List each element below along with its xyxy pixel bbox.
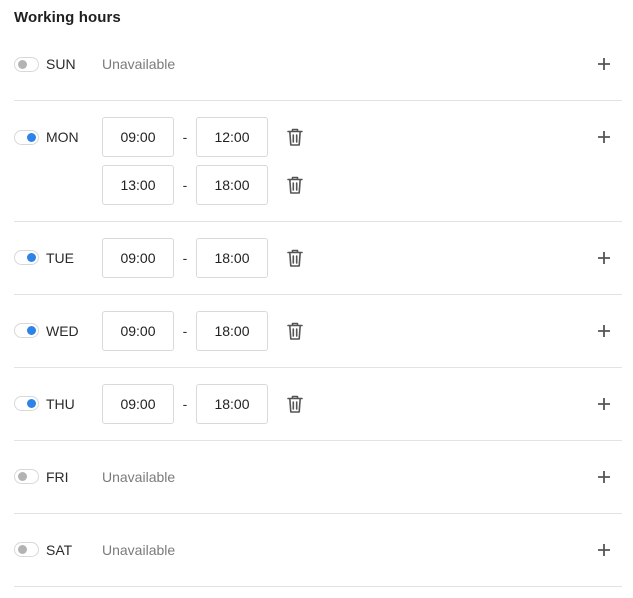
start-time-input[interactable]: 09:00: [102, 311, 174, 351]
start-time-input[interactable]: 09:00: [102, 384, 174, 424]
plus-icon[interactable]: [595, 55, 613, 73]
day-label-sat: SAT: [46, 542, 73, 558]
toggle-wed[interactable]: [14, 323, 39, 338]
day-label-sun: SUN: [46, 56, 76, 72]
end-time-input[interactable]: 18:00: [196, 165, 268, 205]
toggle-knob: [27, 399, 36, 408]
end-time-input[interactable]: 18:00: [196, 384, 268, 424]
trash-icon[interactable]: [286, 248, 304, 268]
toggle-knob: [27, 253, 36, 262]
divider: [14, 440, 622, 441]
plus-icon[interactable]: [595, 128, 613, 146]
trash-icon[interactable]: [286, 127, 304, 147]
plus-icon[interactable]: [595, 322, 613, 340]
toggle-knob: [18, 472, 27, 481]
time-separator: -: [182, 177, 188, 193]
divider: [14, 100, 622, 101]
end-time-input[interactable]: 12:00: [196, 117, 268, 157]
day-label-tue: TUE: [46, 250, 74, 266]
time-separator: -: [182, 250, 188, 266]
trash-icon[interactable]: [286, 175, 304, 195]
toggle-tue[interactable]: [14, 250, 39, 265]
toggle-knob: [27, 133, 36, 142]
unavailable-text-fri: Unavailable: [102, 469, 176, 485]
toggle-knob: [18, 545, 27, 554]
toggle-fri[interactable]: [14, 469, 39, 484]
start-time-input[interactable]: 13:00: [102, 165, 174, 205]
toggle-thu[interactable]: [14, 396, 39, 411]
day-label-mon: MON: [46, 129, 79, 145]
plus-icon[interactable]: [595, 541, 613, 559]
start-time-input[interactable]: 09:00: [102, 117, 174, 157]
day-label-fri: FRI: [46, 469, 69, 485]
toggle-sat[interactable]: [14, 542, 39, 557]
toggle-sun[interactable]: [14, 57, 39, 72]
toggle-knob: [18, 60, 27, 69]
plus-icon[interactable]: [595, 395, 613, 413]
day-label-thu: THU: [46, 396, 75, 412]
end-time-input[interactable]: 18:00: [196, 311, 268, 351]
start-time-input[interactable]: 09:00: [102, 238, 174, 278]
time-separator: -: [182, 396, 188, 412]
plus-icon[interactable]: [595, 249, 613, 267]
divider: [14, 367, 622, 368]
toggle-knob: [27, 326, 36, 335]
divider: [14, 586, 622, 587]
day-label-wed: WED: [46, 323, 79, 339]
plus-icon[interactable]: [595, 468, 613, 486]
page-title: Working hours: [14, 9, 121, 26]
time-separator: -: [182, 129, 188, 145]
divider: [14, 513, 622, 514]
unavailable-text-sun: Unavailable: [102, 56, 176, 72]
end-time-input[interactable]: 18:00: [196, 238, 268, 278]
trash-icon[interactable]: [286, 394, 304, 414]
time-separator: -: [182, 323, 188, 339]
toggle-mon[interactable]: [14, 130, 39, 145]
trash-icon[interactable]: [286, 321, 304, 341]
divider: [14, 294, 622, 295]
unavailable-text-sat: Unavailable: [102, 542, 176, 558]
divider: [14, 221, 622, 222]
working-hours-panel: Working hours SUN Unavailable MON 09:00 …: [0, 0, 633, 598]
